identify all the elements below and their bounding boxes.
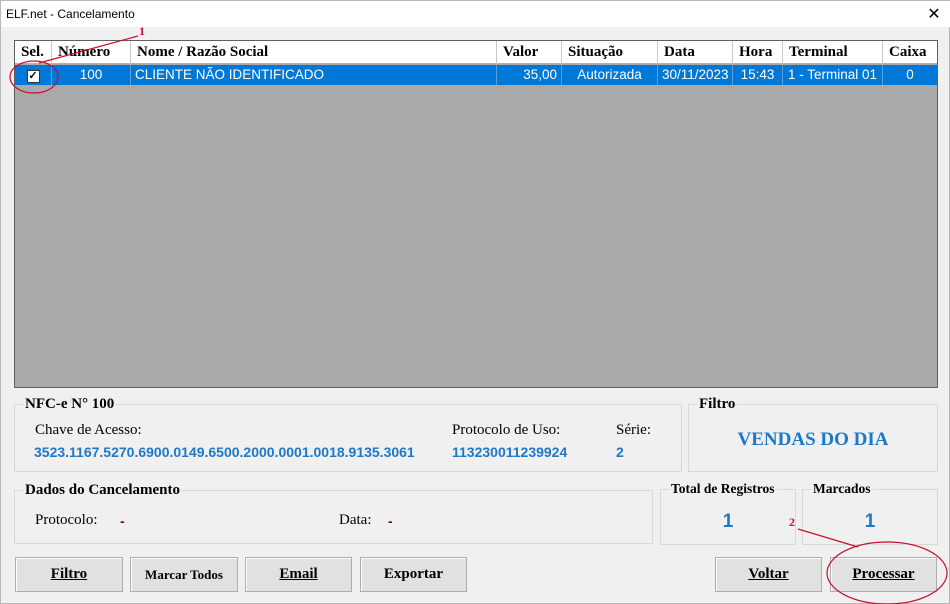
cancel-protocolo-label: Protocolo: <box>35 512 98 528</box>
serie-label: Série: <box>616 422 651 438</box>
filtro-group-title: Filtro <box>697 396 738 413</box>
annotation-marker-1: 1 <box>139 24 145 38</box>
annotation-marker-2: 2 <box>789 515 795 529</box>
cell-numero: 100 <box>52 65 131 85</box>
cell-situacao: Autorizada <box>562 65 658 85</box>
protocolo-uso-label: Protocolo de Uso: <box>452 422 561 438</box>
protocolo-uso-value: 113230011239924 <box>452 444 568 460</box>
marcados-label: Marcados <box>811 481 873 497</box>
chave-acesso-value: 3523.1167.5270.6900.0149.6500.2000.0001.… <box>34 444 415 460</box>
voltar-button[interactable]: Voltar <box>715 557 822 592</box>
cell-valor: 35,00 <box>497 65 562 85</box>
row-select-cell[interactable]: ✓ <box>15 65 52 85</box>
total-registros-label: Total de Registros <box>669 481 777 497</box>
filtro-value: VENDAS DO DIA <box>737 429 889 450</box>
cancel-data-label: Data: <box>339 512 372 528</box>
marcar-todos-button-label: Marcar Todos <box>145 566 223 582</box>
column-header-caixa[interactable]: Caixa <box>883 41 937 64</box>
column-header-hora[interactable]: Hora <box>733 41 783 64</box>
processar-button[interactable]: Processar <box>830 557 937 592</box>
nfce-grid[interactable]: Sel. Número Nome / Razão Social Valor Si… <box>14 40 938 388</box>
grid-header: Sel. Número Nome / Razão Social Valor Si… <box>15 41 937 64</box>
column-header-terminal[interactable]: Terminal <box>783 41 883 64</box>
table-row[interactable]: ✓ 100 CLIENTE NÃO IDENTIFICADO 35,00 Aut… <box>15 65 937 85</box>
nfce-group-title: NFC-e N° 100 <box>23 396 117 413</box>
cell-data: 30/11/2023 <box>658 65 733 85</box>
cell-caixa: 0 <box>906 67 914 82</box>
row-checkbox[interactable]: ✓ <box>26 70 40 83</box>
cancel-protocolo-value: - <box>120 513 125 529</box>
cancelamento-window: ELF.net - Cancelamento ✕ Sel. Número Nom… <box>0 0 950 604</box>
column-header-numero[interactable]: Número <box>52 41 131 64</box>
cancelamento-group-title: Dados do Cancelamento <box>23 482 183 499</box>
processar-button-label: Processar <box>852 566 915 582</box>
email-button[interactable]: Email <box>245 557 352 592</box>
voltar-button-label: Voltar <box>748 566 789 582</box>
close-icon[interactable]: ✕ <box>917 1 950 27</box>
chave-acesso-label: Chave de Acesso: <box>35 422 142 438</box>
column-header-valor[interactable]: Valor <box>497 41 562 64</box>
cell-terminal: 1 - Terminal 01 <box>783 65 883 85</box>
column-header-data[interactable]: Data <box>658 41 733 64</box>
exportar-button-label: Exportar <box>383 566 444 582</box>
serie-value: 2 <box>616 444 624 460</box>
column-header-sel[interactable]: Sel. <box>15 41 52 64</box>
cancelamento-group: Dados do Cancelamento <box>14 482 653 544</box>
filtro-button[interactable]: Filtro <box>15 557 123 592</box>
cell-nome: CLIENTE NÃO IDENTIFICADO <box>131 65 497 85</box>
total-registros-value: 1 <box>722 511 734 532</box>
window-title: ELF.net - Cancelamento <box>6 7 135 21</box>
cancel-data-value: - <box>388 513 393 529</box>
exportar-button[interactable]: Exportar <box>360 557 467 592</box>
marcar-todos-button[interactable]: Marcar Todos <box>130 557 238 592</box>
column-header-situacao[interactable]: Situação <box>562 41 658 64</box>
column-header-nome[interactable]: Nome / Razão Social <box>131 41 497 64</box>
email-button-label: Email <box>279 566 318 582</box>
marcados-value: 1 <box>864 511 876 532</box>
cell-hora: 15:43 <box>733 65 783 85</box>
filtro-button-label: Filtro <box>50 566 88 582</box>
